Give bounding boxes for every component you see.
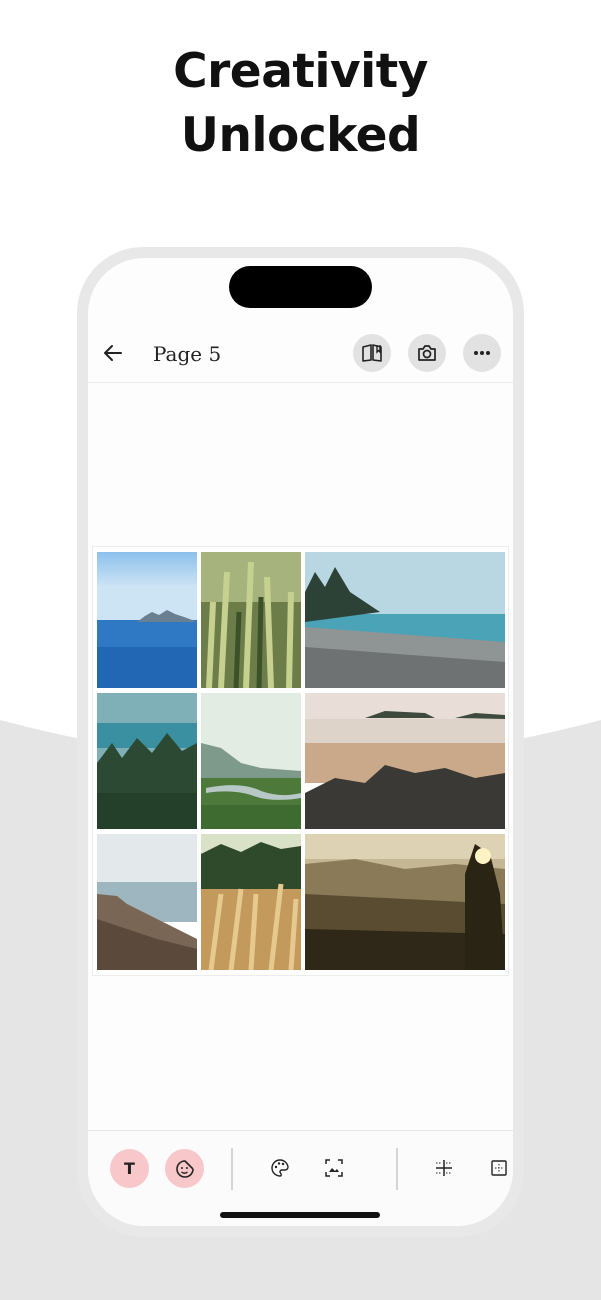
photo-pebble-beach[interactable]: [305, 552, 505, 688]
photo-sunset-hills[interactable]: [305, 834, 505, 970]
toolbar-divider: [396, 1148, 398, 1190]
background-button[interactable]: [322, 1156, 346, 1180]
layout-icon: [491, 1160, 507, 1176]
home-indicator: [220, 1212, 380, 1218]
photo-rocky-shore[interactable]: [97, 834, 197, 970]
camera-button[interactable]: [408, 334, 446, 372]
sticker-icon: [175, 1159, 194, 1178]
photo-rocky-beach[interactable]: [305, 693, 505, 829]
layout-button[interactable]: [487, 1156, 511, 1180]
photo-ocean-city[interactable]: [97, 552, 197, 688]
text-icon: T: [124, 1159, 135, 1178]
phone-frame: Page 5 T: [77, 247, 524, 1237]
page-title: Page 5: [153, 342, 222, 366]
camera-icon: [418, 345, 436, 361]
promo-headline: Creativity Unlocked: [0, 40, 601, 168]
more-options-button[interactable]: [463, 334, 501, 372]
phone-screen: Page 5 T: [88, 258, 513, 1226]
palette-button[interactable]: [268, 1156, 292, 1180]
open-book-icon: [362, 344, 382, 362]
top-bar: Page 5: [88, 324, 513, 383]
headline-line-2: Unlocked: [180, 108, 421, 163]
add-sticker-button[interactable]: [165, 1149, 204, 1188]
toolbar-divider: [231, 1148, 233, 1190]
photo-wheat-green[interactable]: [201, 552, 301, 688]
back-button[interactable]: [98, 338, 128, 368]
headline-line-1: Creativity: [173, 44, 428, 99]
add-text-button[interactable]: T: [110, 1149, 149, 1188]
photo-golden-grass[interactable]: [201, 834, 301, 970]
image-frame-icon: [325, 1159, 343, 1177]
photo-forest-lake[interactable]: [97, 693, 197, 829]
palette-icon: [271, 1159, 289, 1177]
grid-layout-button[interactable]: [432, 1156, 456, 1180]
grid-layout-icon: [436, 1160, 452, 1176]
photo-river-valley[interactable]: [201, 693, 301, 829]
dynamic-island: [229, 266, 372, 308]
arrow-left-icon: [104, 345, 122, 361]
more-horizontal-icon: [474, 351, 490, 355]
photo-collage[interactable]: [92, 546, 509, 976]
book-view-button[interactable]: [353, 334, 391, 372]
